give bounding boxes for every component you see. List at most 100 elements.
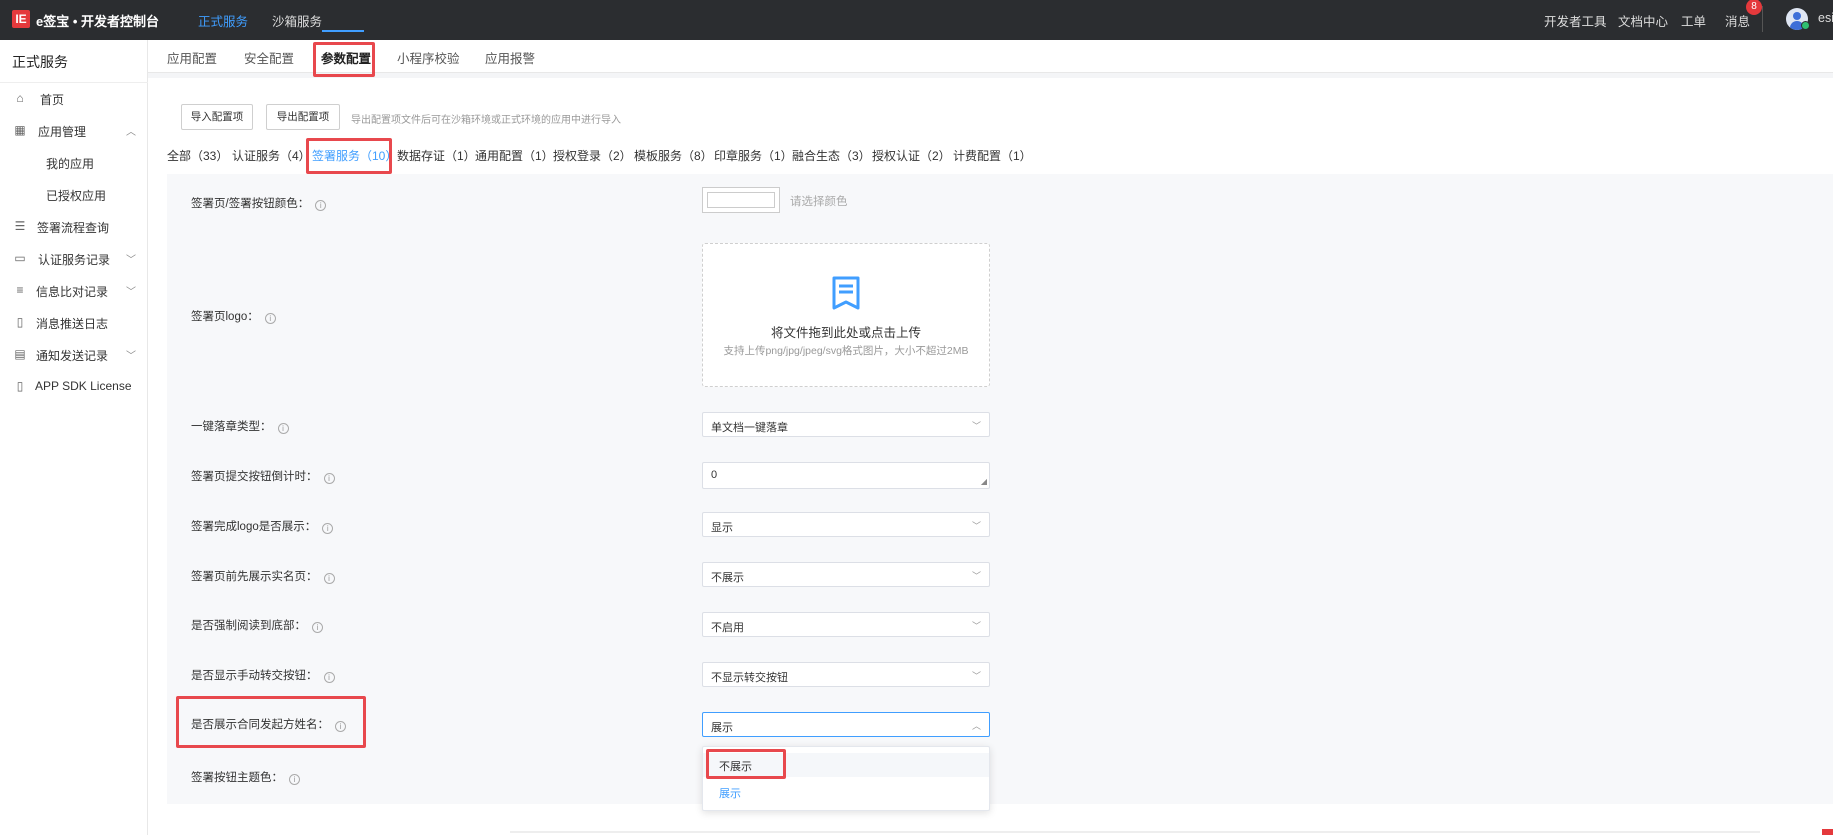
chevron-down-icon: ﹀ xyxy=(126,351,136,362)
force-read-select[interactable]: 不启用 ﹀ xyxy=(702,612,990,637)
category-data-evidence[interactable]: 数据存证（1） xyxy=(397,147,476,164)
initiator-name-label: 是否展示合同发起方姓名： i xyxy=(191,716,346,732)
initiator-name-select[interactable]: 展示 ︿ xyxy=(702,712,990,737)
category-seal-service[interactable]: 印章服务（1） xyxy=(714,147,793,164)
id-card-icon: ▭ xyxy=(14,251,26,265)
sidebar-item-label: 消息推送日志 xyxy=(36,317,109,331)
tab-app-config[interactable]: 应用配置 xyxy=(167,48,217,67)
color-picker[interactable] xyxy=(702,187,780,213)
realname-select[interactable]: 不展示 ﹀ xyxy=(702,562,990,587)
info-icon[interactable]: i xyxy=(315,200,327,211)
sidebar-item-my-apps[interactable]: 我的应用 xyxy=(0,149,148,177)
category-all[interactable]: 全部（33） xyxy=(167,147,228,164)
sidebar-item-auth-records[interactable]: ▭ 认证服务记录 ﹀ xyxy=(0,245,148,273)
flow-icon: ☰ xyxy=(14,219,26,233)
info-icon[interactable]: i xyxy=(277,423,289,434)
sidebar-item-label: 首页 xyxy=(40,93,65,107)
nav-messages[interactable]: 消息 xyxy=(1725,11,1750,30)
import-config-button[interactable]: 导入配置项 xyxy=(181,104,253,130)
info-icon[interactable]: i xyxy=(323,573,335,584)
category-auth-service[interactable]: 认证服务（4） xyxy=(232,147,311,164)
sidebar-item-label: 应用管理 xyxy=(38,125,87,139)
tab-security-config[interactable]: 安全配置 xyxy=(244,48,294,67)
bottom-scrollbar[interactable] xyxy=(510,831,1760,833)
info-icon[interactable]: i xyxy=(312,622,323,633)
transfer-select[interactable]: 不显示转交按钮 ﹀ xyxy=(702,662,990,687)
theme-color-label: 签署按钮主题色： i xyxy=(191,769,300,785)
nav-sandbox-service[interactable]: 沙箱服务 xyxy=(272,11,322,30)
finish-logo-select[interactable]: 显示 ﹀ xyxy=(702,512,990,537)
category-sign-service[interactable]: 签署服务（10） xyxy=(312,147,397,164)
logo-icon[interactable]: IE xyxy=(12,10,30,28)
user-name[interactable]: esi xyxy=(1818,11,1833,25)
upload-document-icon xyxy=(832,276,860,310)
sidebar-item-label: APP SDK License xyxy=(35,379,132,393)
chevron-down-icon: ﹀ xyxy=(971,621,981,631)
nav-ticket[interactable]: 工单 xyxy=(1681,11,1706,30)
category-auth-cert[interactable]: 授权认证（2） xyxy=(872,147,951,164)
countdown-label: 签署页提交按钮倒计时： i xyxy=(191,468,335,484)
logo-label: 签署页logo： i xyxy=(191,308,276,324)
category-billing-config[interactable]: 计费配置（1） xyxy=(953,147,1032,164)
sidebar-item-label: 我的应用 xyxy=(46,157,95,171)
sidebar-item-label: 通知发送记录 xyxy=(36,349,109,363)
resize-handle-icon[interactable]: ◢ xyxy=(981,478,987,486)
force-read-label: 是否强制阅读到底部： i xyxy=(191,617,323,633)
corner-marker xyxy=(1822,829,1833,835)
info-icon[interactable]: i xyxy=(322,523,334,534)
sidebar-item-push-log[interactable]: ▯ 消息推送日志 xyxy=(0,309,148,337)
dropdown-option-hide[interactable]: 不展示 xyxy=(719,758,752,774)
log-icon: ▯ xyxy=(16,315,24,329)
upload-text: 将文件拖到此处或点击上传 xyxy=(770,326,921,340)
chevron-up-icon: ︿ xyxy=(971,721,981,731)
nav-formal-service[interactable]: 正式服务 xyxy=(198,11,248,30)
chevron-down-icon: ﹀ xyxy=(126,287,136,298)
top-bar: IE e签宝 • 开发者控制台 正式服务 沙箱服务 开发者工具 文档中心 工单 … xyxy=(0,0,1833,40)
notify-icon: ▤ xyxy=(14,347,26,361)
nav-dev-tools[interactable]: 开发者工具 xyxy=(1544,11,1607,30)
tab-app-alarm[interactable]: 应用报警 xyxy=(485,48,535,67)
category-ecosystem[interactable]: 融合生态（3） xyxy=(792,147,871,164)
chevron-up-icon: ︿ xyxy=(126,127,136,138)
category-template-service[interactable]: 模板服务（8） xyxy=(634,147,713,164)
nav-doc-center[interactable]: 文档中心 xyxy=(1618,11,1668,30)
sidebar-item-label: 已授权应用 xyxy=(46,189,107,203)
seal-type-select[interactable]: 单文档一键落章 ﹀ xyxy=(702,412,990,437)
info-icon[interactable]: i xyxy=(335,721,346,732)
info-icon[interactable]: i xyxy=(323,672,335,683)
info-icon[interactable]: i xyxy=(264,313,276,324)
sidebar-item-authorized-apps[interactable]: 已授权应用 xyxy=(0,181,148,209)
divider xyxy=(0,82,148,83)
sidebar-item-app-management[interactable]: ▦ 应用管理 ︿ xyxy=(0,117,148,145)
countdown-input[interactable]: 0 ◢ xyxy=(702,462,990,489)
compare-icon: ≡ xyxy=(16,283,24,297)
export-config-button[interactable]: 导出配置项 xyxy=(266,104,340,130)
finish-logo-label: 签署完成logo是否展示： i xyxy=(191,518,334,534)
logo-text[interactable]: e签宝 • 开发者控制台 xyxy=(36,11,159,30)
chevron-down-icon: ﹀ xyxy=(971,671,981,681)
logo-upload-dropzone[interactable]: 将文件拖到此处或点击上传 支持上传png/jpg/jpeg/svg格式图片，大小… xyxy=(702,243,990,387)
sidebar-item-flow-query[interactable]: ☰ 签署流程查询 xyxy=(0,213,148,241)
tab-param-config[interactable]: 参数配置 xyxy=(321,48,371,67)
transfer-label: 是否显示手动转交按钮： i xyxy=(191,667,335,683)
dropdown-option-show[interactable]: 展示 xyxy=(719,785,741,801)
apps-icon: ▦ xyxy=(14,123,26,137)
category-general-config[interactable]: 通用配置（1） xyxy=(475,147,554,164)
sidebar-item-notify-records[interactable]: ▤ 通知发送记录 ﹀ xyxy=(0,341,148,369)
initiator-name-dropdown: 不展示 展示 xyxy=(702,746,990,811)
sidebar-item-label: 信息比对记录 xyxy=(36,285,109,299)
sidebar-item-home[interactable]: ⌂ 首页 xyxy=(0,85,148,113)
color-label: 签署页/签署按钮颜色： i xyxy=(191,195,327,211)
book-icon: ▯ xyxy=(16,379,24,393)
sidebar-item-compare-records[interactable]: ≡ 信息比对记录 ﹀ xyxy=(0,277,148,305)
info-icon[interactable]: i xyxy=(323,473,335,484)
tab-miniprogram-check[interactable]: 小程序校验 xyxy=(397,48,460,67)
sidebar-item-sdk-license[interactable]: ▯ APP SDK License xyxy=(0,373,148,401)
color-placeholder: 请选择颜色 xyxy=(790,196,848,208)
seal-type-label: 一键落章类型： i xyxy=(191,418,289,434)
category-auth-login[interactable]: 授权登录（2） xyxy=(553,147,632,164)
sidebar-item-label: 认证服务记录 xyxy=(38,253,111,267)
info-icon[interactable]: i xyxy=(289,774,300,785)
message-count-badge: 8 xyxy=(1746,0,1762,15)
realname-label: 签署页前先展示实名页： i xyxy=(191,568,335,584)
